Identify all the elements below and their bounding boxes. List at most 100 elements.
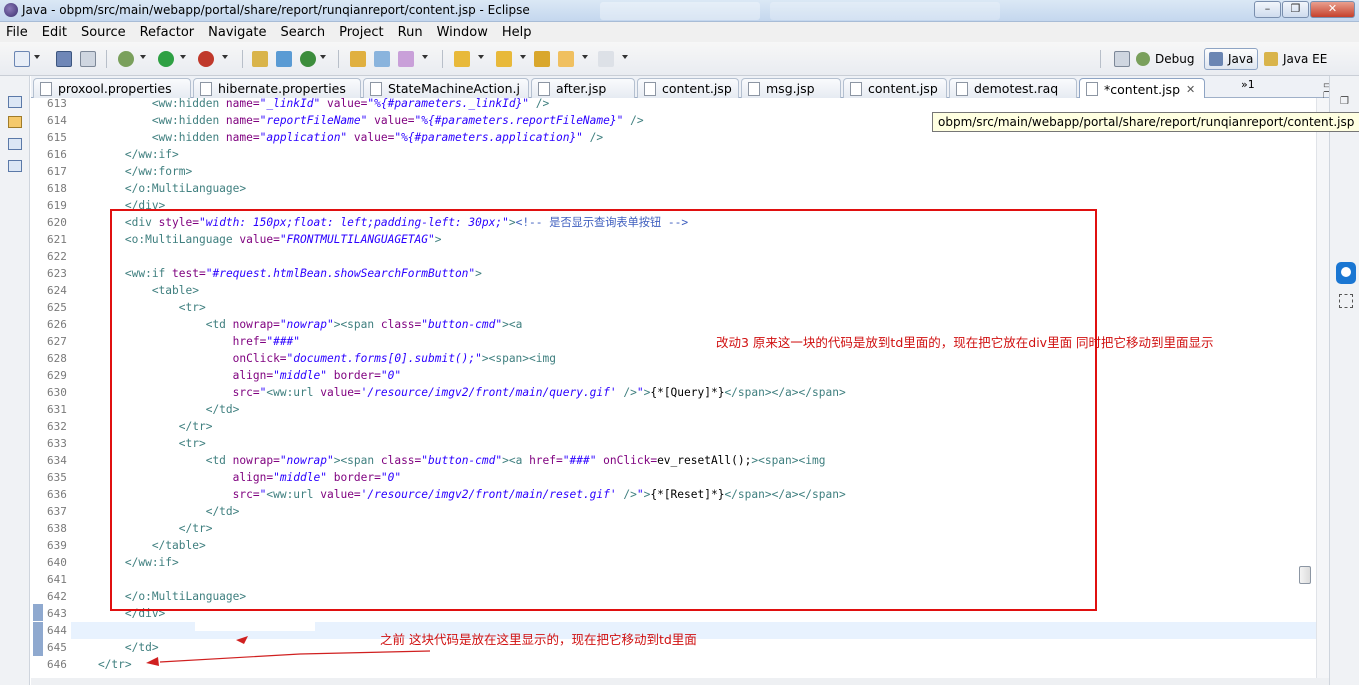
perspective-java-label: Java xyxy=(1228,52,1254,66)
close-button[interactable]: ✕ xyxy=(1310,1,1355,18)
line-number: 641 xyxy=(47,573,67,586)
tab-label: StateMachineAction.j xyxy=(388,81,521,96)
code-token: <ww:hidden xyxy=(71,131,226,144)
annotation-scribble xyxy=(195,619,315,631)
external-tools-dropdown-icon[interactable] xyxy=(222,55,228,59)
menu-search[interactable]: Search xyxy=(280,25,325,40)
change-marker xyxy=(33,622,43,656)
last-edit-location-icon[interactable] xyxy=(534,51,550,67)
save-icon[interactable] xyxy=(56,51,72,67)
tab-msg-jsp[interactable]: msg.jsp xyxy=(741,78,841,98)
run-icon[interactable] xyxy=(158,51,174,67)
new-package-icon[interactable] xyxy=(276,51,292,67)
code-token: </ww:if> xyxy=(71,148,179,161)
window-title: Java - obpm/src/main/webapp/portal/share… xyxy=(22,3,530,17)
code-line[interactable]: <ww:hidden name="application" value="%{#… xyxy=(71,129,603,146)
new-dropdown-icon[interactable] xyxy=(34,55,40,59)
file-icon xyxy=(956,81,968,96)
code-line[interactable]: <ww:hidden name="_linkId" value="%{#para… xyxy=(71,98,549,112)
search-icon[interactable] xyxy=(374,51,390,67)
previous-annotation-icon[interactable] xyxy=(496,51,512,67)
code-line[interactable]: </o:MultiLanguage> xyxy=(71,180,246,197)
hierarchy-icon[interactable] xyxy=(8,138,22,150)
restore-icon[interactable] xyxy=(8,96,22,108)
tab-label: content.jsp xyxy=(868,81,938,96)
tab-label: proxool.properties xyxy=(58,81,172,96)
forward-dropdown-icon[interactable] xyxy=(622,55,628,59)
print-icon[interactable] xyxy=(80,51,96,67)
package-explorer-icon[interactable] xyxy=(8,116,22,128)
restore-icon[interactable]: ❐ xyxy=(1340,96,1349,107)
tab-statemachineaction[interactable]: StateMachineAction.j xyxy=(363,78,529,98)
tab-proxool-properties[interactable]: proxool.properties xyxy=(33,78,191,98)
expand-icon[interactable] xyxy=(1339,294,1353,308)
next-annotation-dropdown-icon[interactable] xyxy=(478,55,484,59)
code-token: /> xyxy=(529,98,550,110)
debug-dropdown-icon[interactable] xyxy=(140,55,146,59)
open-perspective-icon[interactable] xyxy=(1114,51,1130,67)
tab-content-jsp-active[interactable]: *content.jsp ✕ xyxy=(1079,78,1205,99)
open-task-dropdown-icon[interactable] xyxy=(422,55,428,59)
new-icon[interactable] xyxy=(14,51,30,67)
outline-icon[interactable] xyxy=(8,160,22,172)
maximize-button[interactable]: ❐ xyxy=(1282,1,1309,18)
background-window-tab xyxy=(600,2,760,20)
menu-edit[interactable]: Edit xyxy=(42,25,67,40)
run-dropdown-icon[interactable] xyxy=(180,55,186,59)
line-number: 622 xyxy=(47,250,67,263)
open-task-icon[interactable] xyxy=(398,51,414,67)
back-dropdown-icon[interactable] xyxy=(582,55,588,59)
jsp-file-icon xyxy=(850,81,862,96)
vertical-scrollbar-thumb[interactable] xyxy=(1299,566,1311,584)
new-java-project-icon[interactable] xyxy=(252,51,268,67)
toolbar-separator xyxy=(1100,50,1101,68)
teamviewer-icon[interactable] xyxy=(1336,262,1356,284)
perspective-java-ee-label: Java EE xyxy=(1283,52,1328,66)
perspective-debug[interactable]: Debug xyxy=(1132,48,1198,70)
menu-file[interactable]: File xyxy=(6,25,28,40)
code-line[interactable]: </ww:if> xyxy=(71,146,179,163)
jsp-file-icon xyxy=(538,81,550,96)
menu-window[interactable]: Window xyxy=(437,25,488,40)
debug-icon[interactable] xyxy=(118,51,134,67)
code-line[interactable]: </ww:form> xyxy=(71,163,192,180)
code-token: name= xyxy=(225,114,260,127)
horizontal-scrollbar[interactable] xyxy=(31,678,1329,685)
line-number: 644 xyxy=(47,624,67,637)
menu-project[interactable]: Project xyxy=(339,25,383,40)
menu-run[interactable]: Run xyxy=(398,25,423,40)
tab-content-jsp[interactable]: content.jsp xyxy=(843,78,947,98)
toolbar-separator xyxy=(106,50,107,68)
new-class-dropdown-icon[interactable] xyxy=(320,55,326,59)
tab-overflow-button[interactable]: »1 xyxy=(1241,78,1255,91)
perspective-java[interactable]: Java xyxy=(1204,48,1259,70)
code-line[interactable]: </tr> xyxy=(71,656,132,673)
menu-navigate[interactable]: Navigate xyxy=(208,25,266,40)
menu-source[interactable]: Source xyxy=(81,25,126,40)
open-type-icon[interactable] xyxy=(350,51,366,67)
java-ee-perspective-icon xyxy=(1264,52,1278,66)
tab-label: after.jsp xyxy=(556,81,607,96)
tab-hibernate-properties[interactable]: hibernate.properties xyxy=(193,78,361,98)
menu-help[interactable]: Help xyxy=(502,25,532,40)
minimize-button[interactable]: – xyxy=(1254,1,1281,18)
back-icon[interactable] xyxy=(558,51,574,67)
code-token: <ww:hidden xyxy=(71,114,226,127)
forward-icon[interactable] xyxy=(598,51,614,67)
tab-close-icon[interactable]: ✕ xyxy=(1186,83,1195,96)
code-token: "reportFileName" xyxy=(259,114,368,127)
external-tools-icon[interactable] xyxy=(198,51,214,67)
annotation-arrow xyxy=(146,636,431,666)
tab-content-jsp[interactable]: content.jsp xyxy=(637,78,739,98)
next-annotation-icon[interactable] xyxy=(454,51,470,67)
tab-after-jsp[interactable]: after.jsp xyxy=(531,78,635,98)
code-token: </ww:form> xyxy=(71,165,193,178)
new-class-icon[interactable] xyxy=(300,51,316,67)
previous-annotation-dropdown-icon[interactable] xyxy=(520,55,526,59)
tab-demotest-raq[interactable]: demotest.raq xyxy=(949,78,1077,98)
code-line[interactable]: <ww:hidden name="reportFileName" value="… xyxy=(71,112,644,129)
left-trim-bar xyxy=(0,76,30,685)
code-token: /> xyxy=(623,114,644,127)
menu-refactor[interactable]: Refactor xyxy=(140,25,195,40)
perspective-java-ee[interactable]: Java EE xyxy=(1260,48,1331,70)
